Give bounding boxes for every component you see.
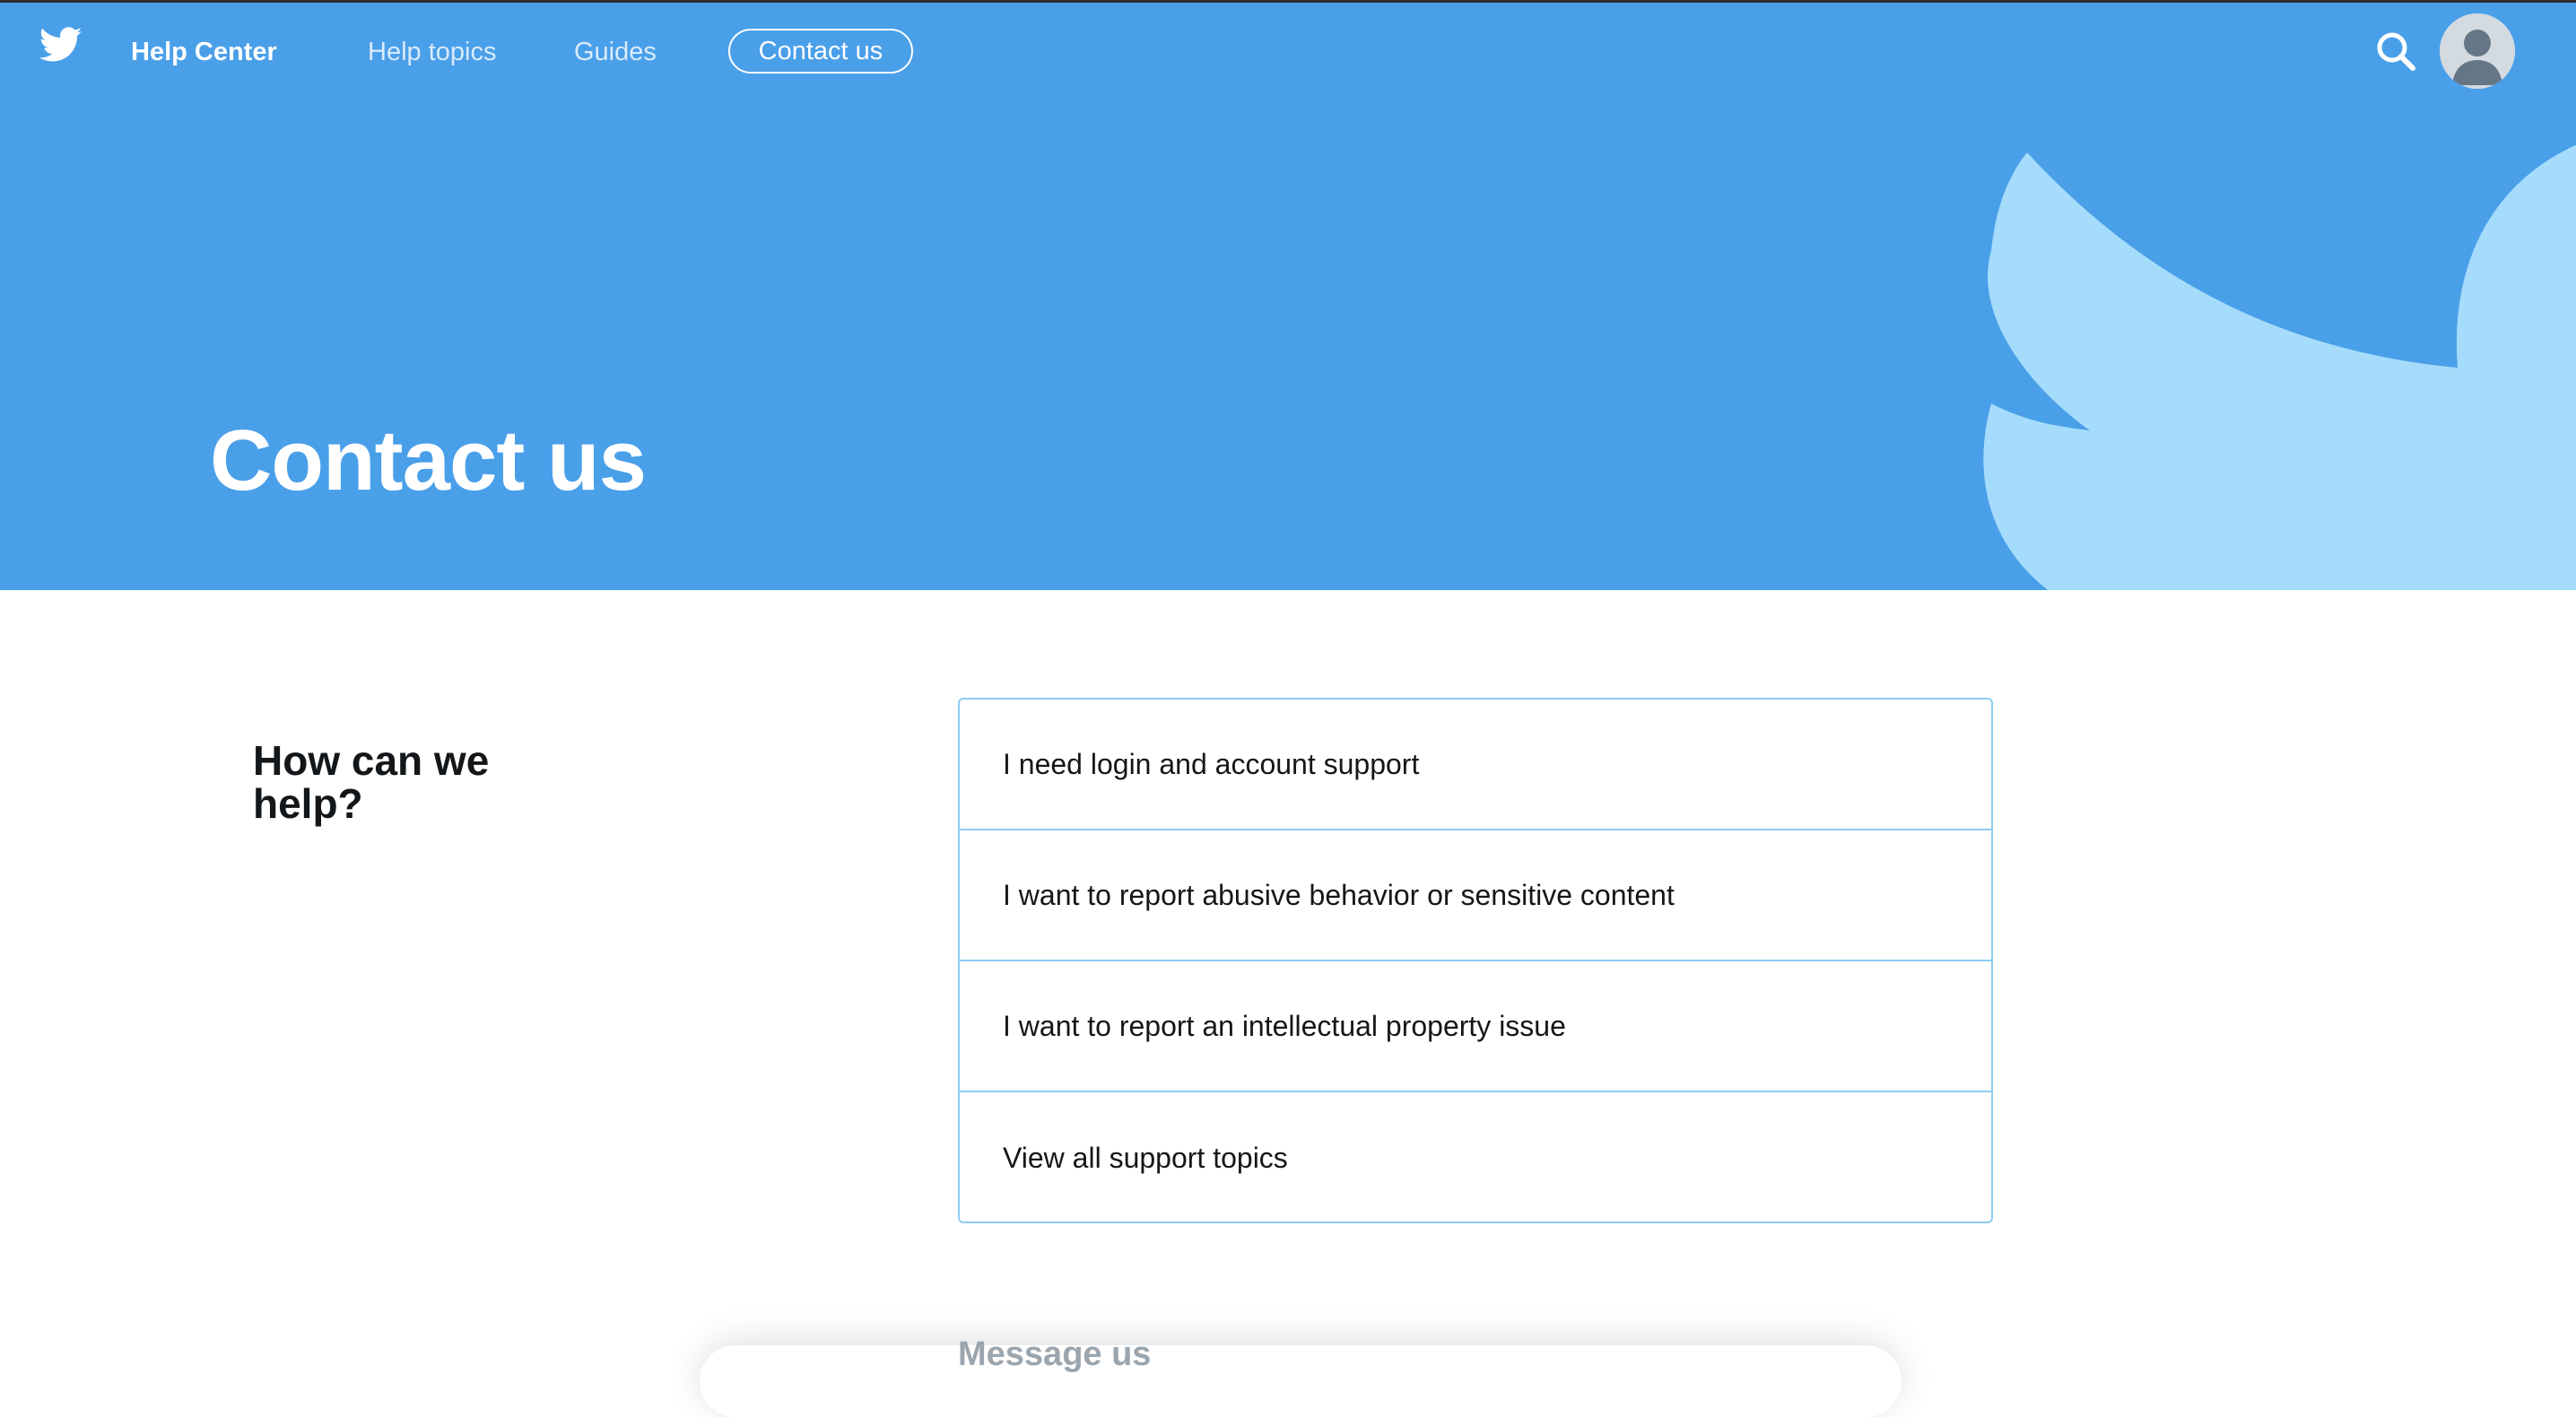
page-title: Contact us [210, 413, 647, 509]
message-us-panel [700, 1345, 1902, 1417]
message-us-heading: Message us [958, 1335, 1152, 1373]
hero-bird-illustration [1983, 144, 2576, 590]
window-top-edge [0, 0, 2576, 3]
help-heading: How can we help? [253, 737, 490, 827]
search-icon[interactable] [2375, 30, 2416, 72]
nav-contact-us[interactable]: Contact us [728, 29, 913, 74]
option-view-all-support-topics[interactable]: View all support topics [960, 1092, 1991, 1223]
default-avatar-icon [2440, 13, 2515, 89]
option-report-intellectual-property[interactable]: I want to report an intellectual propert… [960, 961, 1991, 1092]
option-login-account-support[interactable]: I need login and account support [960, 700, 1991, 830]
support-options-list: I need login and account support I want … [958, 698, 1993, 1223]
nav-help-topics[interactable]: Help topics [368, 36, 496, 68]
avatar[interactable] [2440, 13, 2515, 89]
top-navigation: Help Center Help topics Guides Contact u… [0, 0, 2576, 106]
nav-guides[interactable]: Guides [574, 36, 657, 68]
twitter-bird-icon[interactable] [39, 27, 83, 63]
option-report-abusive-behavior[interactable]: I want to report abusive behavior or sen… [960, 830, 1991, 961]
help-center-brand[interactable]: Help Center [131, 36, 277, 68]
